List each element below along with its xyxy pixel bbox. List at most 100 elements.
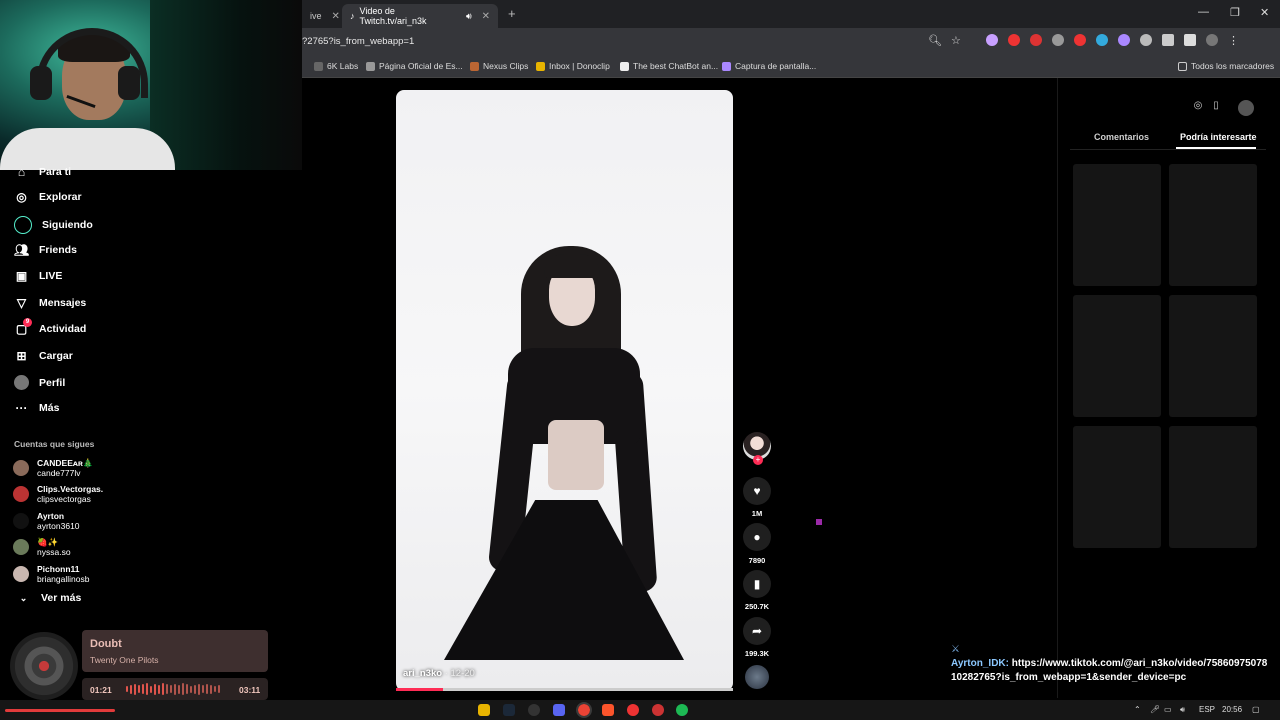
- suggested-video[interactable]: [1073, 295, 1161, 417]
- extension-icon[interactable]: [986, 34, 998, 46]
- waveform-bar: [186, 684, 188, 694]
- close-icon[interactable]: ✕: [332, 11, 340, 22]
- suggested-video[interactable]: [1169, 164, 1257, 286]
- circle-icon: [14, 216, 32, 234]
- extensions-bar: ⋮: [986, 34, 1239, 47]
- clock[interactable]: 20:56: [1222, 705, 1242, 714]
- following-account[interactable]: Clips.Vectorgas. clipsvectorgas: [13, 484, 103, 504]
- restore-icon[interactable]: ❐: [1230, 6, 1240, 19]
- profile-avatar-icon[interactable]: [1238, 100, 1254, 116]
- sidebar-item-friends[interactable]: 👥︎ Friends: [14, 243, 77, 257]
- app-icon[interactable]: [652, 704, 664, 716]
- bookmark[interactable]: Nexus Clips: [470, 61, 528, 71]
- comment-button[interactable]: ●: [743, 523, 771, 551]
- speaker-icon[interactable]: 🔊︎: [466, 11, 472, 22]
- following-account[interactable]: Pichonn11 briangallinosb: [13, 564, 89, 584]
- video-progress-bar[interactable]: [396, 688, 733, 691]
- video-author[interactable]: ari_n3ko · 12-20: [403, 668, 475, 679]
- following-account[interactable]: Ayrton ayrton3610: [13, 511, 80, 531]
- sidebar-item-perfil[interactable]: Perfil: [14, 375, 65, 390]
- settings-icon[interactable]: ◎: [1190, 100, 1206, 116]
- bookmark[interactable]: Inbox | Donoclip: [536, 61, 610, 71]
- chrome-app-icon[interactable]: [576, 702, 592, 718]
- close-icon[interactable]: ✕: [482, 11, 490, 22]
- suggested-video[interactable]: [1073, 164, 1161, 286]
- sidebar-item-label: Siguiendo: [42, 219, 93, 231]
- see-more-button[interactable]: ⌄ Ver más: [16, 592, 82, 604]
- sidebar-item-explorar[interactable]: ◎ Explorar: [14, 190, 81, 204]
- suggested-video[interactable]: [1169, 426, 1257, 548]
- now-playing-card: [82, 630, 268, 672]
- zoom-icon[interactable]: 🔍︎: [928, 34, 942, 47]
- follow-plus-icon[interactable]: +: [753, 455, 763, 465]
- tab-comentarios[interactable]: Comentarios: [1094, 132, 1149, 142]
- extension-icon[interactable]: [1118, 34, 1130, 46]
- sidebar-item-actividad[interactable]: ▢ 9 Actividad: [14, 318, 86, 336]
- network-icon[interactable]: ▭: [1164, 705, 1172, 714]
- language-indicator[interactable]: ESP: [1199, 705, 1215, 714]
- bookmark[interactable]: Captura de pantalla...: [722, 61, 816, 71]
- music-disc[interactable]: [745, 665, 769, 689]
- browser-tab-active[interactable]: ♪ Video de Twitch.tv/ari_n3k 🔊︎ ✕: [342, 4, 498, 28]
- sidebar-item-live[interactable]: ▣ LIVE: [14, 269, 63, 283]
- extension-icon[interactable]: [1008, 34, 1020, 46]
- screen: ive ✕ ♪ Video de Twitch.tv/ari_n3k 🔊︎ ✕ …: [0, 0, 1280, 720]
- sidebar-item-label: Mensajes: [39, 297, 87, 309]
- tab-podria-interesarte[interactable]: Podría interesarte: [1180, 132, 1257, 142]
- bookmark-label: Captura de pantalla...: [735, 61, 817, 71]
- video-player[interactable]: [396, 90, 733, 691]
- folder-app-icon[interactable]: [478, 704, 490, 716]
- brave-app-icon[interactable]: [602, 704, 614, 716]
- sidebar-item-cargar[interactable]: ⊞ Cargar: [14, 349, 72, 363]
- address-bar: ?2765?is_from_webapp=1 🔍︎ ☆ ⋮: [302, 28, 1280, 56]
- waveform-bar: [142, 684, 144, 694]
- waveform-bar: [218, 685, 220, 693]
- share-button[interactable]: ➦: [743, 617, 771, 645]
- extension-icon[interactable]: [1074, 34, 1086, 46]
- save-button[interactable]: ▮: [743, 570, 771, 598]
- bookmark-label: Nexus Clips: [483, 61, 529, 71]
- extension-icon[interactable]: [1140, 34, 1152, 46]
- steam-app-icon[interactable]: [503, 704, 515, 716]
- all-bookmarks[interactable]: Todos los marcadores: [1178, 61, 1274, 71]
- bookmark-star-icon[interactable]: ☆: [951, 34, 961, 47]
- following-account[interactable]: 🍓✨ nyssa.so: [13, 537, 71, 557]
- tray-chevron-icon[interactable]: ⌃: [1134, 705, 1141, 714]
- discord-app-icon[interactable]: [553, 704, 565, 716]
- waveform-bar: [182, 683, 184, 695]
- avatar: [13, 486, 29, 502]
- notifications-icon[interactable]: ▢: [1252, 705, 1260, 714]
- mic-icon[interactable]: 🎤︎: [1150, 705, 1160, 714]
- bookmark[interactable]: 6K Labs: [314, 61, 358, 71]
- sidebar-item-mas[interactable]: ··· Más: [14, 401, 60, 415]
- app-icon[interactable]: [528, 704, 540, 716]
- like-button[interactable]: ♥: [743, 477, 771, 505]
- account-handle: cande777lv: [37, 468, 81, 478]
- extension-icon[interactable]: [1096, 34, 1108, 46]
- chevron-down-icon: ⌄: [19, 592, 28, 603]
- extension-icon[interactable]: [1030, 34, 1042, 46]
- sidebar-item-label: LIVE: [39, 270, 63, 282]
- sidebar-item-siguiendo[interactable]: Siguiendo: [14, 216, 93, 234]
- extension-icon[interactable]: [1052, 34, 1064, 46]
- suggested-video[interactable]: [1073, 426, 1161, 548]
- minimize-icon[interactable]: —: [1198, 6, 1209, 18]
- phone-icon[interactable]: ▯: [1208, 100, 1224, 116]
- window-close-icon[interactable]: ✕: [1260, 6, 1269, 19]
- sidebar-item-para-ti[interactable]: ⌂ Para ti: [14, 165, 71, 179]
- sidebar-item-mensajes[interactable]: ▽ Mensajes: [14, 296, 86, 310]
- puzzle-icon[interactable]: [1162, 34, 1174, 46]
- spotify-app-icon[interactable]: [676, 704, 688, 716]
- bookmark[interactable]: Página Oficial de Es...: [366, 61, 463, 71]
- suggested-video[interactable]: [1169, 295, 1257, 417]
- volume-icon[interactable]: 🔊︎: [1180, 705, 1185, 715]
- following-account[interactable]: CANDEEᴀʀ🎄 cande777lv: [13, 458, 93, 478]
- url-input[interactable]: ?2765?is_from_webapp=1: [302, 36, 414, 47]
- account-name: Pichonn11: [37, 564, 80, 574]
- app-icon[interactable]: [627, 704, 639, 716]
- media-icon[interactable]: [1184, 34, 1196, 46]
- menu-dots-icon[interactable]: ⋮: [1228, 34, 1239, 47]
- bookmark[interactable]: The best ChatBot an...: [620, 61, 718, 71]
- new-tab-icon[interactable]: +: [508, 6, 516, 21]
- profile-icon[interactable]: [1206, 34, 1218, 46]
